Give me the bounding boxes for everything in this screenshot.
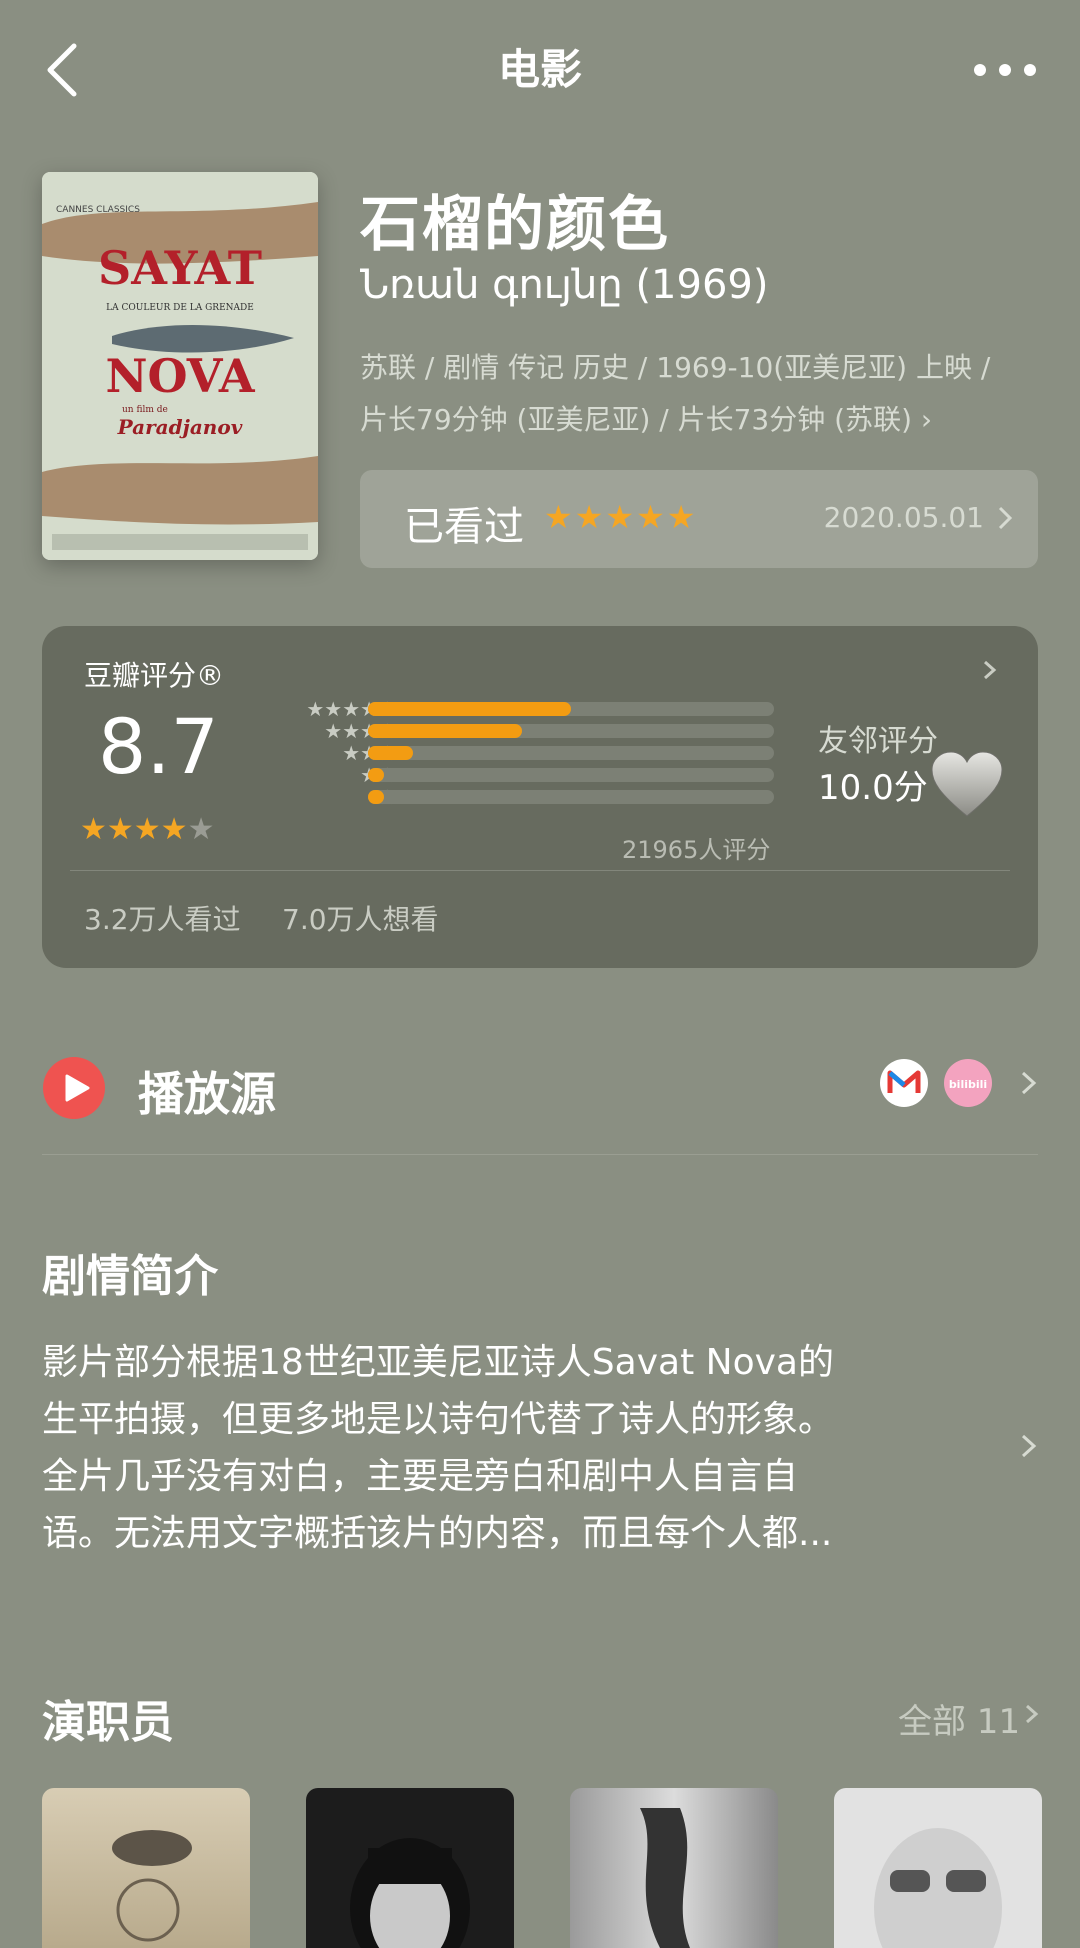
want-count: 7.0万人想看 bbox=[282, 903, 439, 936]
movie-original-title: Նռան գույնը (1969) bbox=[360, 262, 769, 308]
page-title: 电影 bbox=[497, 45, 582, 94]
poster-title-2: NOVA bbox=[105, 349, 255, 403]
mgtv-icon[interactable] bbox=[880, 1059, 928, 1107]
cast-photo[interactable] bbox=[570, 1788, 778, 1948]
synopsis-line: 语。无法用文字概括该片的内容，而且每个人都... bbox=[42, 1513, 833, 1554]
synopsis-line: 生平拍摄，但更多地是以诗句代替了诗人的形象。 bbox=[42, 1399, 835, 1440]
rating-stars: ★★★★★ bbox=[80, 812, 215, 847]
more-icon[interactable] bbox=[970, 50, 1040, 90]
my-rating-stars: ★★★★★ bbox=[544, 498, 698, 536]
poster-director: Paradjanov bbox=[117, 415, 243, 439]
rating-count: 21965人评分 bbox=[622, 836, 771, 864]
heart-icon bbox=[931, 751, 1003, 817]
distribution-bar bbox=[368, 768, 774, 782]
rating-source: 豆瓣评分® bbox=[84, 659, 225, 692]
meta-line-2: 片长79分钟 (亚美尼亚) / 片长73分钟 (苏联) › bbox=[360, 403, 933, 436]
distribution-bar-fill bbox=[368, 768, 385, 782]
divider bbox=[42, 1154, 1038, 1155]
cast-photo[interactable] bbox=[42, 1788, 250, 1948]
distribution-bar bbox=[368, 790, 774, 804]
chevron-right-icon[interactable] bbox=[1020, 1430, 1038, 1462]
distribution-bar bbox=[368, 746, 774, 760]
poster-by: un film de bbox=[122, 405, 168, 415]
watched-label: 已看过 bbox=[404, 504, 524, 550]
movie-title: 石榴的颜色 bbox=[360, 190, 670, 260]
bilibili-icon[interactable]: bilibili bbox=[944, 1059, 992, 1107]
distribution-bar-fill bbox=[368, 724, 523, 738]
cast-all-link[interactable]: 全部 11 bbox=[898, 1694, 1020, 1743]
cast-photo[interactable] bbox=[306, 1788, 514, 1948]
watched-date: 2020.05.01 bbox=[823, 501, 984, 534]
meta-line-1: 苏联 / 剧情 传记 历史 / 1969-10(亚美尼亚) 上映 / bbox=[360, 351, 991, 384]
distribution-bar-fill bbox=[368, 702, 571, 716]
movie-meta[interactable]: 苏联 / 剧情 传记 历史 / 1969-10(亚美尼亚) 上映 / 片长79分… bbox=[360, 342, 1050, 446]
chevron-right-icon[interactable] bbox=[1024, 1700, 1040, 1728]
friend-rating-score: 10.0分 bbox=[818, 768, 928, 808]
divider bbox=[70, 870, 1010, 871]
seen-count: 3.2万人看过 bbox=[84, 903, 241, 936]
distribution-bar bbox=[368, 702, 774, 716]
cast-photo[interactable] bbox=[834, 1788, 1042, 1948]
chevron-right-icon[interactable] bbox=[1020, 1068, 1038, 1098]
svg-text:bilibili: bilibili bbox=[949, 1078, 987, 1091]
synopsis-heading: 剧情简介 bbox=[42, 1251, 218, 1302]
play-icon[interactable] bbox=[42, 1056, 106, 1120]
movie-poster[interactable]: CANNES CLASSICS SAYAT LA COULEUR DE LA G… bbox=[42, 172, 318, 560]
poster-festival: CANNES CLASSICS bbox=[56, 205, 140, 215]
poster-title-1: SAYAT bbox=[98, 241, 262, 295]
rating-card[interactable]: 豆瓣评分® 8.7 ★★★★★ ★★★★★★★★★★★★★★★ 21965人评分… bbox=[42, 626, 1038, 968]
chevron-right-icon bbox=[984, 660, 997, 680]
chevron-right-icon bbox=[998, 506, 1013, 530]
play-source-label[interactable]: 播放源 bbox=[138, 1058, 276, 1124]
distribution-bar-fill bbox=[368, 790, 385, 804]
distribution-bar bbox=[368, 724, 774, 738]
watched-status-button[interactable]: 已看过 ★★★★★ 2020.05.01 bbox=[360, 470, 1038, 568]
synopsis-line: 影片部分根据18世纪亚美尼亚诗人Savat Nova的 bbox=[42, 1342, 834, 1383]
synopsis-line: 全片几乎没有对白，主要是旁白和剧中人自言自 bbox=[42, 1456, 799, 1497]
synopsis-text[interactable]: 影片部分根据18世纪亚美尼亚诗人Savat Nova的 生平拍摄，但更多地是以诗… bbox=[42, 1334, 992, 1562]
cast-heading: 演职员 bbox=[42, 1697, 174, 1748]
chevron-right-icon: › bbox=[920, 403, 933, 436]
friend-rating-label: 友邻评分 bbox=[818, 724, 938, 759]
rating-score: 8.7 bbox=[98, 702, 219, 791]
distribution-bar-fill bbox=[368, 746, 413, 760]
poster-subtitle: LA COULEUR DE LA GRENADE bbox=[106, 303, 254, 313]
